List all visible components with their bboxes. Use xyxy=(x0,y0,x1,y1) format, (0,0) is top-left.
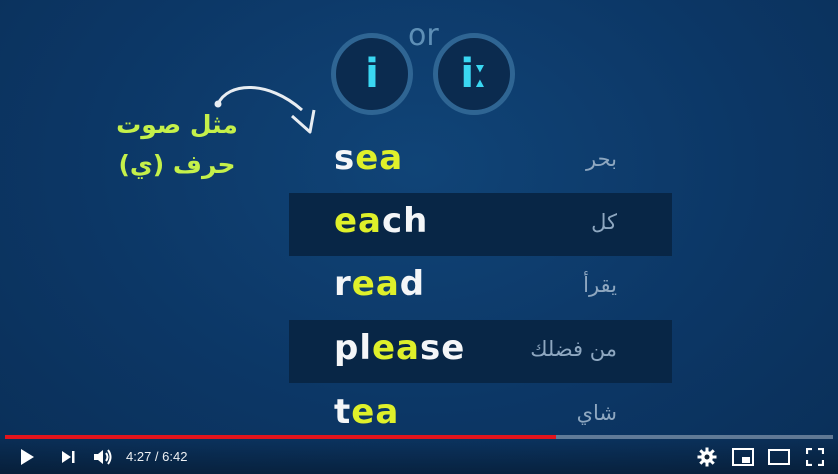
word-row: each كل xyxy=(289,193,672,256)
word-letters: ch xyxy=(382,201,429,241)
word-letters: pl xyxy=(334,328,372,368)
short-i-symbol: i xyxy=(331,33,413,115)
highlighted-letters: ea xyxy=(372,328,421,368)
theater-mode-button[interactable] xyxy=(767,445,791,469)
miniplayer-icon xyxy=(732,448,754,466)
word-letters: r xyxy=(334,264,352,304)
note-line-2: حرف (ي) xyxy=(118,150,236,179)
highlighted-letters: ea xyxy=(334,201,383,241)
arabic-translation: بحر xyxy=(586,147,617,171)
theater-mode-icon xyxy=(768,449,790,465)
arabic-translation: شاي xyxy=(576,401,617,425)
arabic-translation: كل xyxy=(591,210,617,234)
video-frame[interactable]: or i iː مثل صوت حرف (ي) sea بحر each كل read… xyxy=(0,0,838,474)
gear-icon xyxy=(697,447,717,467)
word-letters: d xyxy=(399,264,426,304)
word-letters: t xyxy=(334,392,352,432)
english-word: each xyxy=(334,201,428,241)
control-bar: 4:27 / 6:42 xyxy=(0,439,838,474)
or-label: or xyxy=(408,18,439,53)
fullscreen-icon xyxy=(806,448,824,466)
highlighted-letters: ea xyxy=(351,392,400,432)
english-word: read xyxy=(334,264,425,304)
settings-button[interactable] xyxy=(695,445,719,469)
highlighted-letters: ea xyxy=(351,264,400,304)
english-word: tea xyxy=(334,392,399,432)
miniplayer-button[interactable] xyxy=(731,445,755,469)
time-display: 4:27 / 6:42 xyxy=(126,449,188,464)
play-button[interactable] xyxy=(15,445,39,469)
arabic-translation: من فضلك xyxy=(530,337,617,361)
volume-icon xyxy=(94,449,112,465)
word-row: read يقرأ xyxy=(289,256,672,319)
fullscreen-button[interactable] xyxy=(803,445,827,469)
volume-button[interactable] xyxy=(91,445,115,469)
highlighted-letters: ea xyxy=(355,138,404,178)
next-button[interactable] xyxy=(56,445,80,469)
video-player[interactable]: or i iː مثل صوت حرف (ي) sea بحر each كل read… xyxy=(0,0,838,474)
english-word: sea xyxy=(334,138,403,178)
word-row: please من فضلك xyxy=(289,320,672,383)
arabic-translation: يقرأ xyxy=(583,273,617,297)
word-row: sea بحر xyxy=(289,130,672,193)
word-letters: s xyxy=(334,138,356,178)
skip-next-icon xyxy=(62,451,75,463)
note-line-1: مثل صوت xyxy=(116,110,238,139)
word-letters: se xyxy=(420,328,466,368)
play-icon xyxy=(21,449,34,465)
english-word: please xyxy=(334,328,465,368)
long-i-symbol: iː xyxy=(433,33,515,115)
